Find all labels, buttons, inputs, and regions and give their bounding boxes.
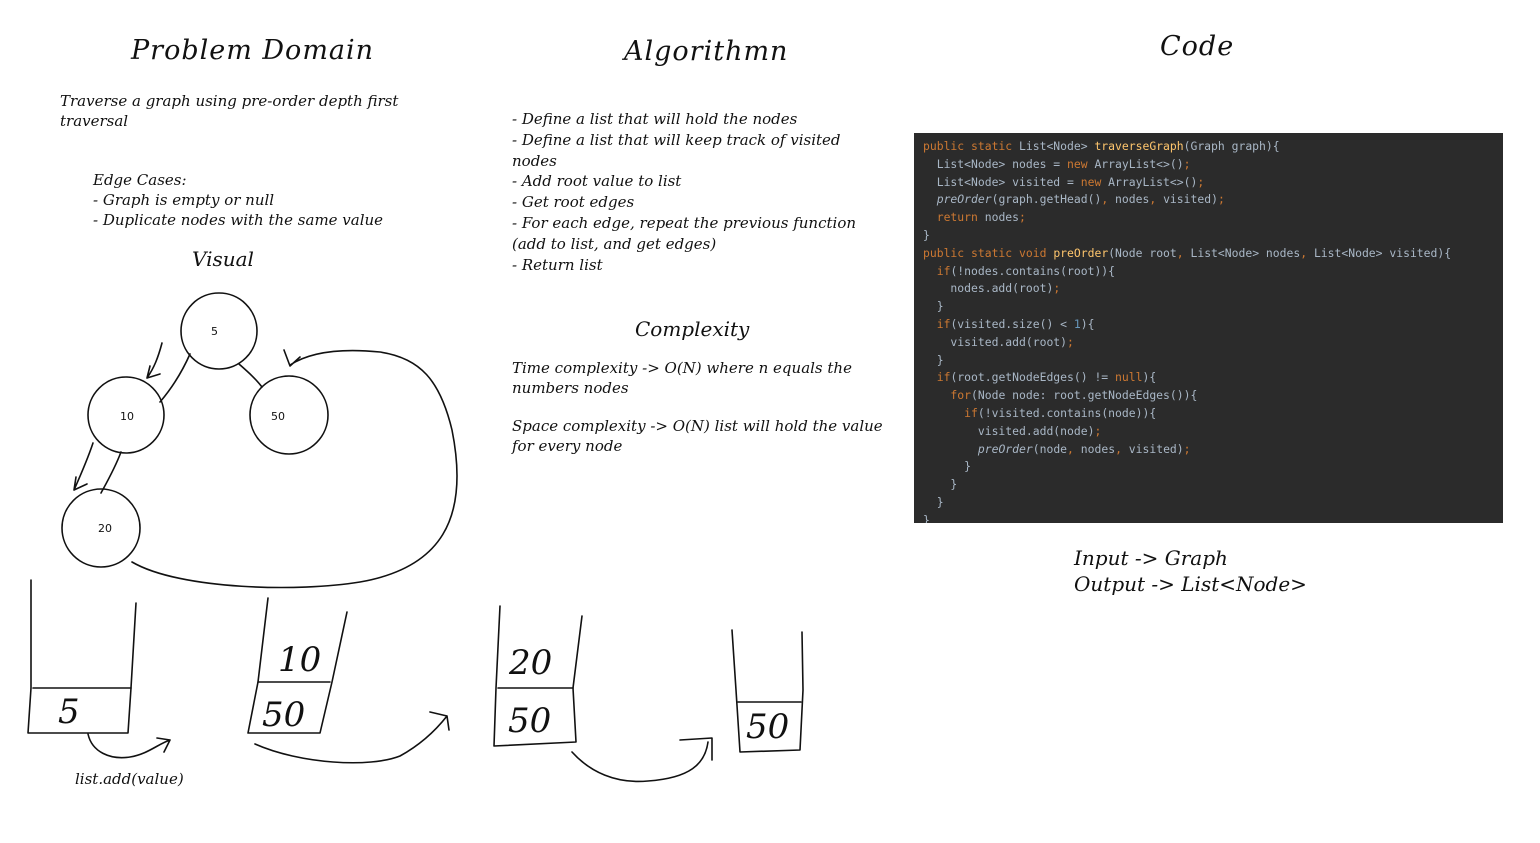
backtrack-arrow xyxy=(131,349,458,589)
graph-node: 10 xyxy=(87,376,165,454)
graph-node-label: 5 xyxy=(211,325,218,338)
stack-value: 50 xyxy=(262,695,305,735)
graph-edge xyxy=(100,451,122,494)
traversal-arrow xyxy=(146,342,163,379)
stack-diagram: 20 50 xyxy=(493,605,583,747)
visual-sketch: 5 10 50 20 5 10 50 20 50 50 xyxy=(27,292,804,783)
stack-value: 20 xyxy=(508,643,552,683)
stack-value: 50 xyxy=(508,701,551,741)
stack-caption: list.add(value) xyxy=(75,770,184,788)
graph-edge xyxy=(238,363,263,388)
stack-value: 10 xyxy=(278,640,321,680)
stack-value: 50 xyxy=(746,707,789,747)
stack-diagram: 50 xyxy=(731,629,804,753)
stack-diagram: 5 xyxy=(27,579,137,734)
graph-node-label: 20 xyxy=(98,522,112,535)
graph-node: 5 xyxy=(180,292,258,370)
traversal-arrow xyxy=(73,442,94,491)
stack-diagram: 10 50 xyxy=(247,597,348,735)
transition-arrow xyxy=(571,737,713,783)
graph-node: 20 xyxy=(61,488,141,568)
graph-edge xyxy=(159,353,191,403)
stack-value: 5 xyxy=(58,692,80,732)
graph-node-label: 50 xyxy=(271,410,285,423)
transition-arrow xyxy=(87,733,171,759)
graph-node-label: 10 xyxy=(120,410,134,423)
